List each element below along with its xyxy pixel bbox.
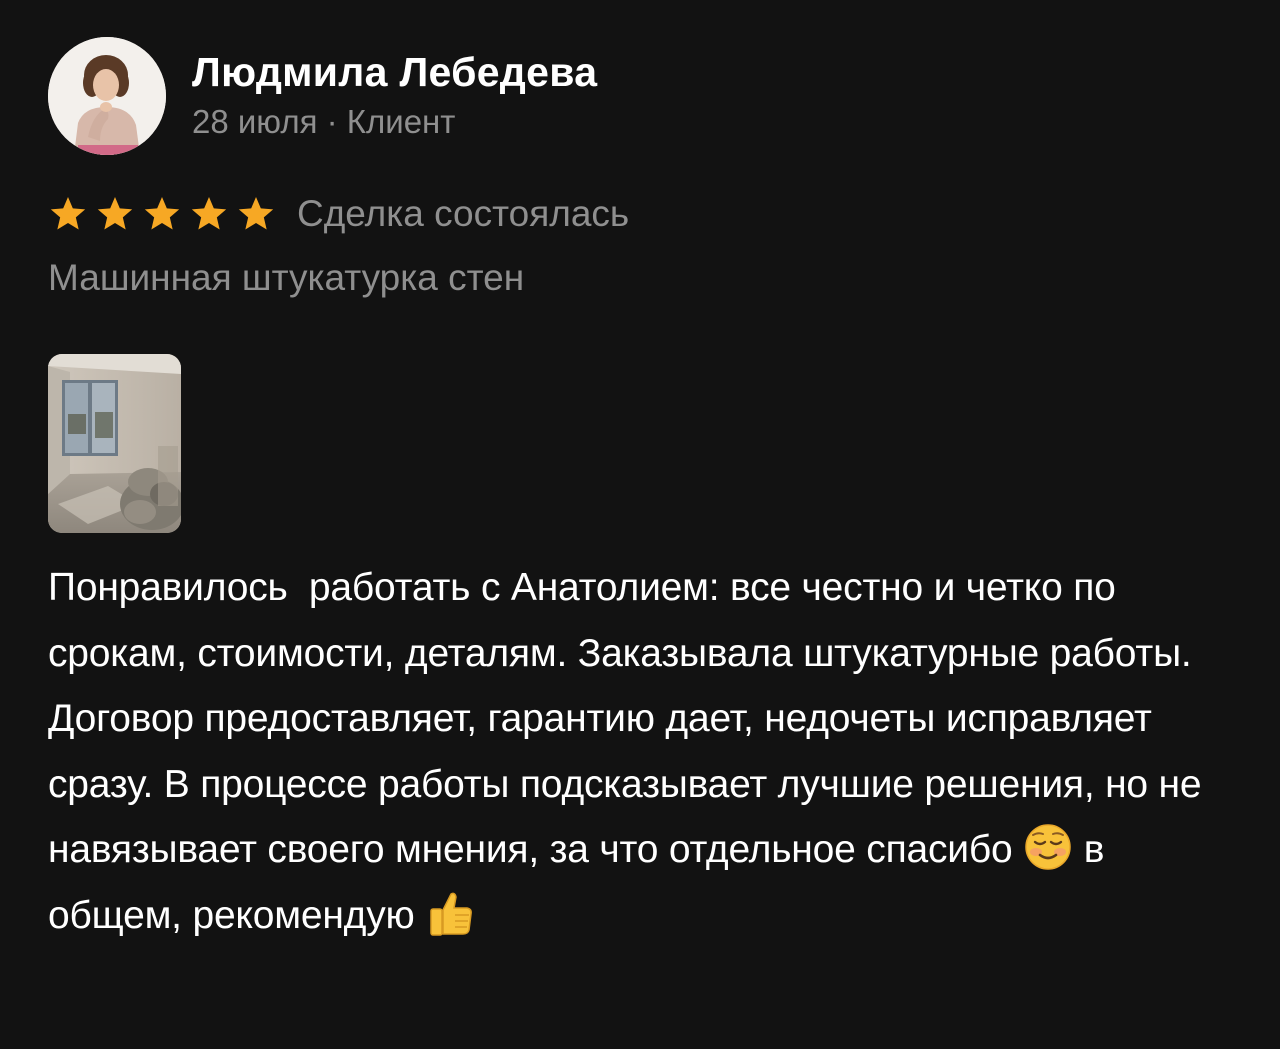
star-icon: [238, 197, 274, 230]
author-role: Клиент: [346, 103, 456, 140]
star-icon: [97, 197, 133, 230]
star-icon: [50, 197, 86, 230]
review-meta: 28 июля · Клиент: [192, 102, 597, 142]
author-name[interactable]: Людмила Лебедева: [192, 46, 597, 98]
author-info: Людмила Лебедева 28 июля · Клиент: [192, 46, 597, 142]
star-icon: [144, 197, 180, 230]
star-rating: [48, 194, 283, 234]
review-card: Людмила Лебедева 28 июля · Клиент Сделка…: [48, 36, 1248, 948]
meta-separator: ·: [317, 103, 347, 140]
review-date: 28 июля: [192, 103, 318, 140]
review-text: Понравилось работать с Анатолием: все че…: [48, 555, 1228, 948]
avatar[interactable]: [48, 37, 166, 155]
star-icon: [191, 197, 227, 230]
thumbs-up-icon: [425, 888, 475, 938]
review-photo-image: [48, 354, 181, 533]
review-photo[interactable]: [48, 354, 181, 533]
deal-status: Сделка состоялась: [297, 193, 630, 234]
review-header: Людмила Лебедева 28 июля · Клиент: [48, 36, 1248, 156]
rating-row: Сделка состоялась: [48, 186, 1248, 242]
service-name: Машинная штукатурка стен: [48, 257, 525, 298]
avatar-photo: [48, 37, 166, 155]
smiling-face-icon: [1023, 822, 1073, 872]
